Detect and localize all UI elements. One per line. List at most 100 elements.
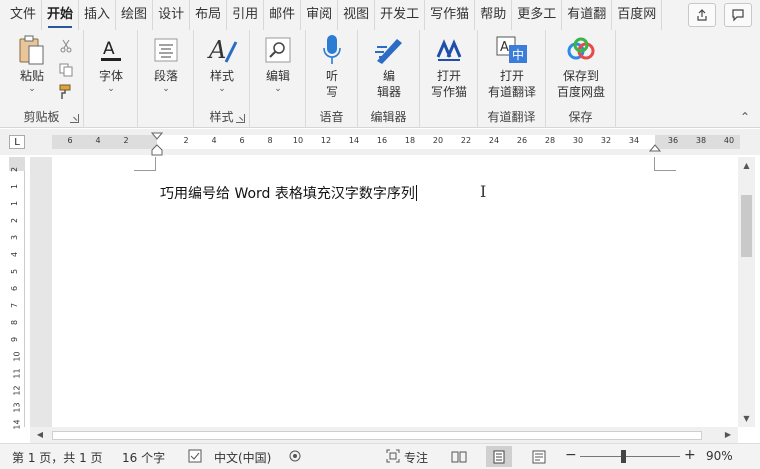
editor-label-1: 编 [382,69,395,83]
tab-11[interactable]: 写作猫 [425,0,476,30]
dictate-button[interactable]: 听 写 [314,34,350,100]
vruler-tick-label: 2 [10,217,20,224]
paragraph-button[interactable]: 段落 ⌄ [147,34,185,94]
chevron-down-icon[interactable]: ⌄ [28,84,36,94]
language-status[interactable]: 中文(中国) [214,449,271,466]
paragraph-label: 段落 [153,69,178,83]
chevron-down-icon: ⌄ [218,84,226,94]
tab-4[interactable]: 设计 [153,0,191,30]
print-layout-icon[interactable] [486,446,512,467]
editor-button[interactable]: 编 辑器 [368,34,410,100]
page-count[interactable]: 第 1 页，共 1 页 [12,449,103,466]
format-painter-icon[interactable] [58,84,74,100]
baidu-group-label: 保存 [568,110,593,124]
clipboard-launcher-icon[interactable] [70,114,79,123]
tab-13[interactable]: 更多工 [512,0,563,30]
tab-5[interactable]: 布局 [190,0,228,30]
ruler-tick-label: 30 [572,136,584,145]
tab-3[interactable]: 绘图 [116,0,154,30]
tab-7[interactable]: 邮件 [264,0,302,30]
ruler-tick-label: 8 [267,136,273,145]
accessibility-icon[interactable] [288,449,302,466]
editing-button[interactable]: 编辑 ⌄ [259,34,297,94]
horizontal-ruler[interactable]: 6 4 2 2 4 6 8 10 12 14 16 18 20 22 24 26 28 30 32 34 36 38 40 [52,132,740,156]
ribbon-tab-bar: 文件 开始 插入 绘图 设计 布局 引用 邮件 审阅 视图 开发工 写作猫 帮助 更多工 有道翻 百度网 [0,0,760,30]
cut-icon[interactable] [58,38,74,54]
vruler-tick-label: 14 [12,419,22,430]
microphone-icon [316,34,348,66]
tab-10[interactable]: 开发工 [375,0,426,30]
document-text[interactable]: 巧用编号给 Word 表格填充汉字数字序列 [160,183,417,203]
zoom-level[interactable]: 90% [706,449,733,463]
tab-2[interactable]: 插入 [79,0,117,30]
copy-icon[interactable] [58,62,74,78]
vruler-tick-label: 11 [12,368,22,379]
tab-9[interactable]: 视图 [338,0,376,30]
focus-icon[interactable] [386,449,400,466]
tab-14[interactable]: 有道翻 [562,0,613,30]
chevron-down-icon: ⌄ [162,84,170,94]
focus-label[interactable]: 专注 [404,449,428,466]
read-mode-icon[interactable] [446,446,472,467]
vertical-scroll-thumb[interactable] [741,195,752,257]
scroll-up-icon[interactable]: ▲ [738,161,755,170]
ruler-tick-label: 20 [432,136,444,145]
zoom-in-button[interactable]: + [684,447,696,463]
right-indent-marker-icon[interactable] [649,140,661,152]
styles-button[interactable]: A 样式 ⌄ [203,34,241,94]
web-layout-icon[interactable] [526,446,552,467]
margin-corner-tr [654,157,676,171]
collapse-ribbon-icon[interactable]: ⌃ [740,110,750,124]
tab-0[interactable]: 文件 [0,0,43,30]
ruler-tick-label: 28 [544,136,556,145]
vertical-scrollbar[interactable]: ▲ ▼ [738,157,755,427]
zoom-slider-thumb[interactable] [621,450,626,463]
open-writing-cat-button[interactable]: 打开 写作猫 [428,34,470,100]
vruler-tick-label: 8 [10,319,20,326]
scroll-left-icon[interactable]: ◀ [34,430,46,439]
tab-12[interactable]: 帮助 [475,0,513,30]
save-to-baidu-button[interactable]: 保存到 百度网盘 [552,34,610,100]
comments-button[interactable] [724,3,752,27]
zoom-slider[interactable] [580,456,680,457]
clipboard-group: 粘贴 ⌄ 剪贴板 [0,30,84,128]
scroll-right-icon[interactable]: ▶ [722,430,734,439]
ruler-tick-label: 2 [183,136,189,145]
word-count[interactable]: 16 个字 [122,449,165,466]
vruler-tick-label: 10 [12,351,22,362]
tab-8[interactable]: 审阅 [301,0,339,30]
share-button[interactable] [688,3,716,27]
writing-cat-group: 打开 写作猫 [420,30,478,128]
vertical-ruler[interactable]: 2 1 1 2 3 4 5 6 7 8 9 10 11 12 13 14 [9,157,25,430]
baidu-label-1: 保存到 [562,69,599,83]
paste-button[interactable]: 粘贴 ⌄ [12,34,52,94]
vruler-tick-label: 4 [10,251,20,258]
document-page[interactable]: 巧用编号给 Word 表格填充汉字数字序列 I [52,157,738,427]
editing-group: 编辑 ⌄ [250,30,306,128]
vruler-tick-label: 3 [10,234,20,241]
horizontal-scrollbar[interactable]: ◀ ▶ [30,427,738,443]
ruler-tick-label: 12 [320,136,332,145]
tab-1[interactable]: 开始 [42,0,80,30]
ruler-tick-label: 2 [123,136,129,145]
horizontal-scroll-thumb[interactable] [52,431,702,440]
search-icon [262,34,294,66]
ruler-tick-label: 4 [95,136,101,145]
proofing-icon[interactable] [188,449,202,466]
scroll-down-icon[interactable]: ▼ [738,414,755,423]
ruler-tick-label: 26 [516,136,528,145]
ruler-tick-label: 10 [292,136,304,145]
paste-icon [16,34,48,66]
tab-15[interactable]: 百度网 [612,0,663,30]
tab-selector[interactable]: L [9,135,25,149]
styles-launcher-icon[interactable] [236,114,245,123]
vruler-tick-label: 5 [10,268,20,275]
indent-marker-icon[interactable] [151,132,163,156]
paragraph-group: 段落 ⌄ [138,30,194,128]
open-youdao-button[interactable]: A中 打开 有道翻译 [486,34,538,100]
tab-6[interactable]: 引用 [227,0,265,30]
font-button[interactable]: A 字体 ⌄ [92,34,130,94]
zoom-out-button[interactable]: − [565,447,577,463]
status-bar: 第 1 页，共 1 页 16 个字 中文(中国) 专注 − + 90% [0,443,760,469]
youdao-group-label: 有道翻译 [487,110,536,124]
